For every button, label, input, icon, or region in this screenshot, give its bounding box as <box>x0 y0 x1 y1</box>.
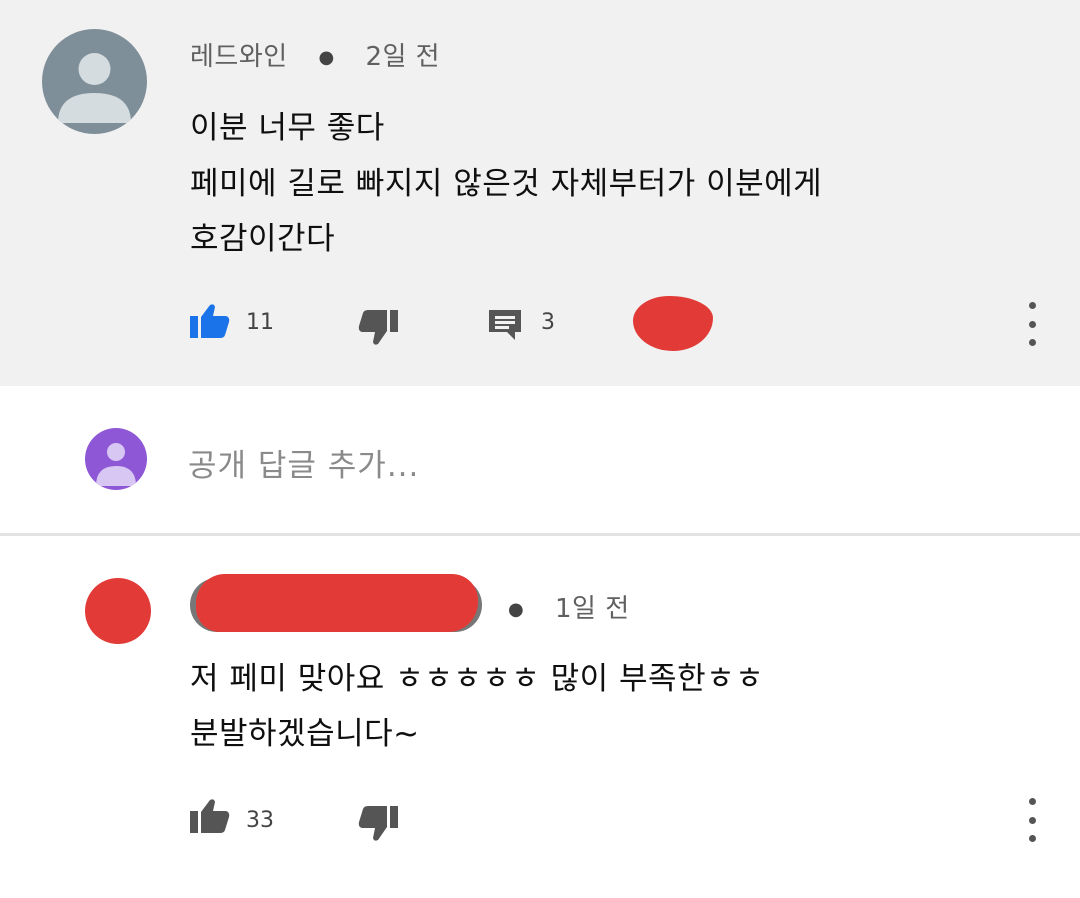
separator-dot: ● <box>508 599 525 620</box>
user-avatar[interactable] <box>85 428 147 490</box>
like-count: 11 <box>246 310 274 335</box>
redacted-creator-avatar <box>633 296 713 351</box>
separator-dot: ● <box>318 47 335 68</box>
reply-button[interactable] <box>487 308 523 346</box>
comment-time: 1일 전 <box>554 594 630 624</box>
reply-input[interactable]: 공개 답글 추가... <box>188 440 419 485</box>
comment-meta: 레드와인 ● 2일 전 <box>190 36 440 73</box>
comment-text-line: 이분 너무 좋다 <box>190 110 385 146</box>
more-options-button[interactable] <box>1022 302 1042 346</box>
redacted-author-name-overlay <box>196 574 478 632</box>
thumbs-down-icon <box>358 806 398 841</box>
like-button[interactable] <box>190 798 230 838</box>
comment-text-line: 페미에 길로 빠지지 않은것 자체부터가 이분에게 <box>190 166 823 202</box>
redacted-avatar[interactable] <box>85 578 151 644</box>
avatar[interactable] <box>42 29 147 134</box>
reply-icon <box>489 310 521 340</box>
more-vert-icon <box>1028 302 1036 309</box>
divider <box>0 533 1080 536</box>
comment-time: 2일 전 <box>365 42 441 72</box>
more-vert-icon <box>1028 798 1036 805</box>
thumbs-down-icon <box>358 310 398 345</box>
comment-text-line: 저 페미 맞아요 ㅎㅎㅎㅎㅎ 많이 부족한ㅎㅎ <box>190 661 765 697</box>
comment-meta: ● 1일 전 <box>490 588 630 625</box>
avatar-icon <box>96 443 136 486</box>
author-name[interactable]: 레드와인 <box>190 42 288 72</box>
dislike-button[interactable] <box>358 310 398 350</box>
reply-count: 3 <box>541 310 555 335</box>
more-options-button[interactable] <box>1022 798 1042 842</box>
dislike-button[interactable] <box>358 806 398 846</box>
top-comment: 레드와인 ● 2일 전 이분 너무 좋다 페미에 길로 빠지지 않은것 자체부터… <box>0 0 1080 386</box>
like-button[interactable] <box>190 303 230 343</box>
comment-text-line: 분발하겠습니다~ <box>190 716 420 752</box>
thumbs-up-icon <box>190 304 230 338</box>
thumbs-up-icon <box>190 799 230 833</box>
comment-text-line: 호감이간다 <box>190 221 336 257</box>
like-count: 33 <box>246 808 274 833</box>
avatar-icon <box>58 53 131 123</box>
